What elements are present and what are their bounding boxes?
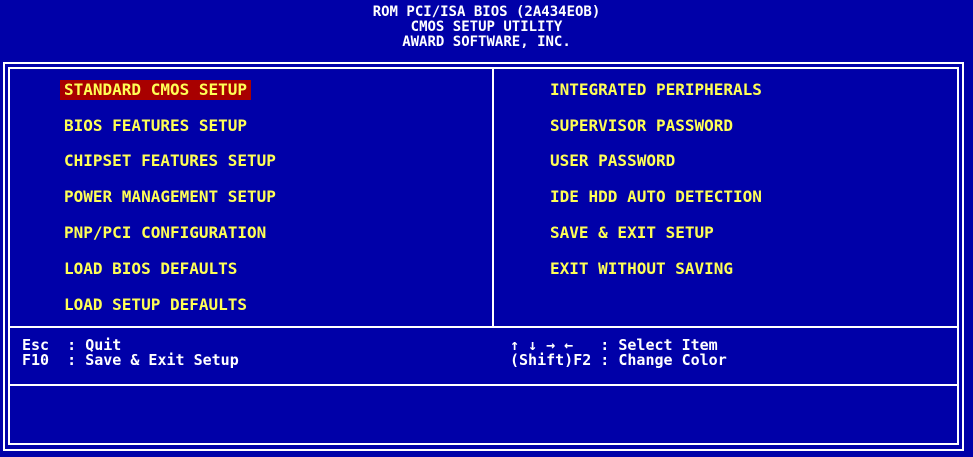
bios-header: ROM PCI/ISA BIOS (2A434EOB) CMOS SETUP U…	[0, 5, 973, 50]
utility-title: CMOS SETUP UTILITY	[410, 19, 563, 35]
help-f10-save-exit: F10 : Save & Exit Setup	[22, 351, 239, 369]
menu-standard-cmos-setup[interactable]: STANDARD CMOS SETUP	[60, 80, 252, 100]
menu-ide-hdd-auto-detection[interactable]: IDE HDD AUTO DETECTION	[546, 187, 766, 207]
menu-chipset-features-setup[interactable]: CHIPSET FEATURES SETUP	[60, 151, 280, 171]
bios-screen: ROM PCI/ISA BIOS (2A434EOB) CMOS SETUP U…	[0, 0, 973, 457]
vendor-name: AWARD SOFTWARE, INC.	[402, 34, 571, 50]
column-divider	[492, 67, 494, 327]
menu-user-password[interactable]: USER PASSWORD	[546, 151, 679, 171]
menu-load-bios-defaults[interactable]: LOAD BIOS DEFAULTS	[60, 259, 241, 279]
description-divider	[8, 384, 959, 386]
menu-integrated-peripherals[interactable]: INTEGRATED PERIPHERALS	[546, 80, 766, 100]
bios-title: ROM PCI/ISA BIOS (2A434EOB)	[372, 4, 601, 20]
menu-save-exit-setup[interactable]: SAVE & EXIT SETUP	[546, 223, 718, 243]
menu-pnp-pci-configuration[interactable]: PNP/PCI CONFIGURATION	[60, 223, 270, 243]
help-divider	[8, 326, 959, 328]
menu-exit-without-saving[interactable]: EXIT WITHOUT SAVING	[546, 259, 737, 279]
menu-load-setup-defaults[interactable]: LOAD SETUP DEFAULTS	[60, 295, 251, 315]
menu-power-management-setup[interactable]: POWER MANAGEMENT SETUP	[60, 187, 280, 207]
help-change-color: (Shift)F2 : Change Color	[510, 351, 727, 369]
menu-supervisor-password[interactable]: SUPERVISOR PASSWORD	[546, 116, 737, 136]
menu-bios-features-setup[interactable]: BIOS FEATURES SETUP	[60, 116, 251, 136]
